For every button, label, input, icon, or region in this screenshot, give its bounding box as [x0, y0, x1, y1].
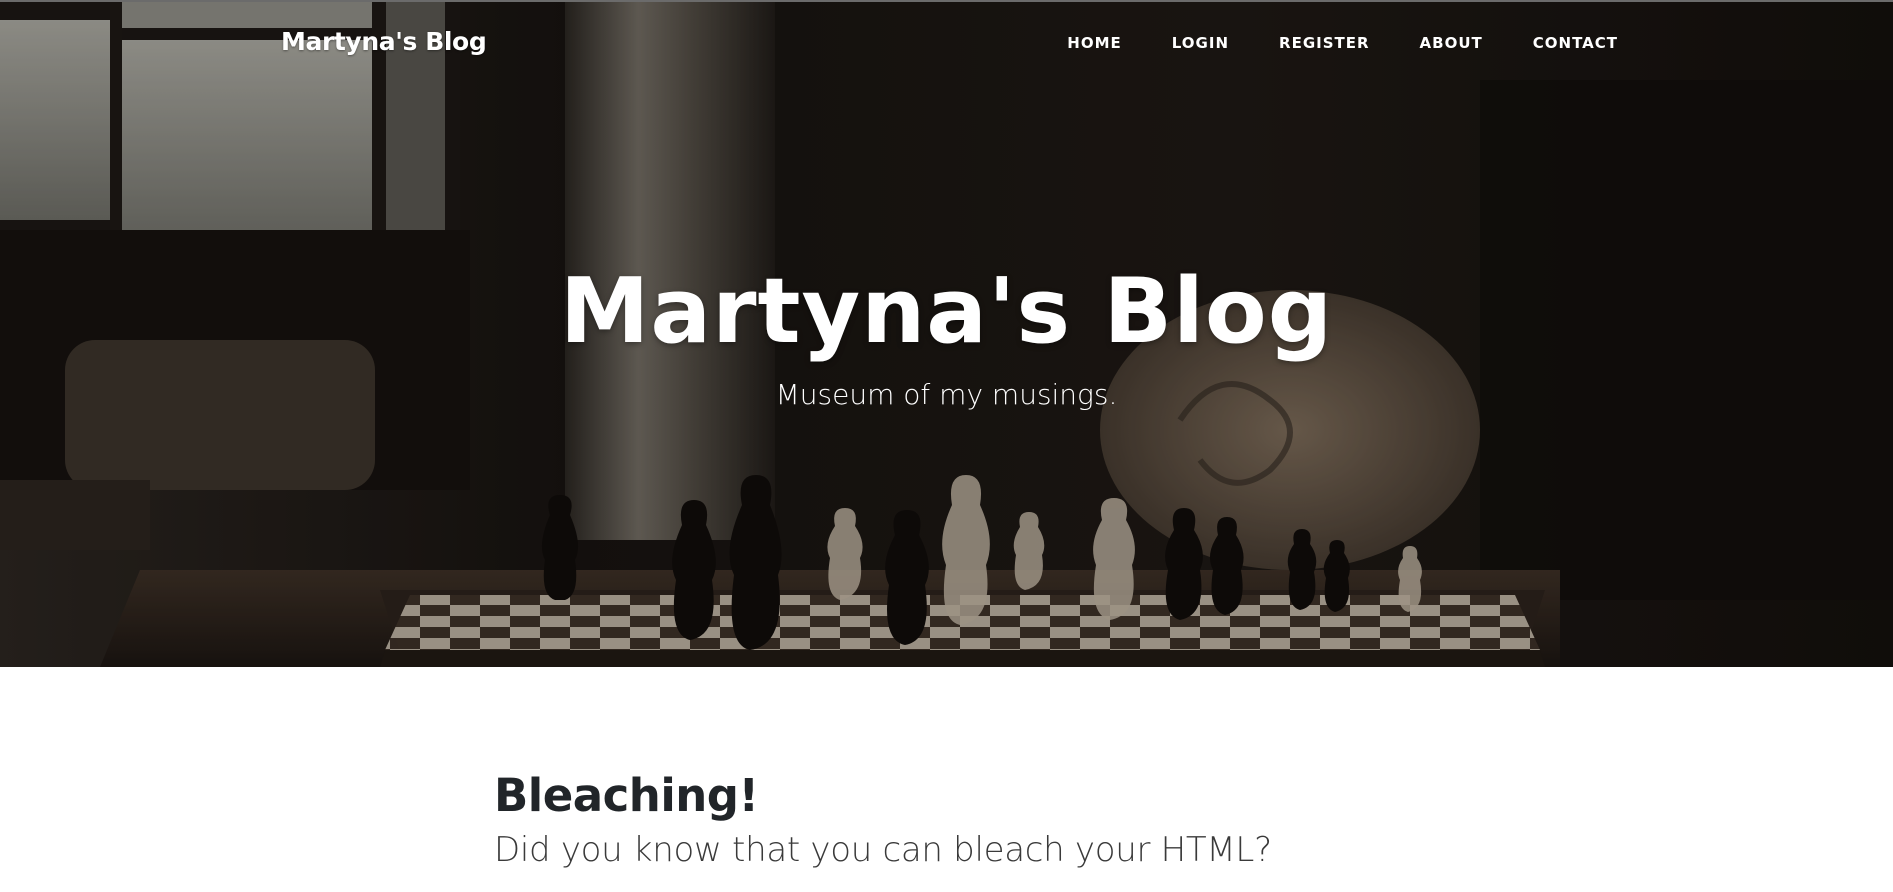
post-subtitle[interactable]: Did you know that you can bleach your HT…: [494, 828, 1399, 872]
nav-link-contact[interactable]: CONTACT: [1533, 34, 1618, 52]
navbar-brand[interactable]: Martyna's Blog: [281, 27, 487, 56]
top-rule: [0, 0, 1893, 2]
hero-heading: Martyna's Blog Museum of my musings.: [0, 257, 1893, 413]
site-heading: Martyna's Blog: [559, 259, 1334, 364]
nav-link-about[interactable]: ABOUT: [1420, 34, 1483, 52]
nav-link-login[interactable]: LOGIN: [1172, 34, 1229, 52]
page: Martyna's Blog HOME LOGIN REGISTER ABOUT…: [0, 0, 1893, 892]
post-preview[interactable]: Bleaching! Did you know that you can ble…: [494, 768, 1399, 872]
nav-link-home[interactable]: HOME: [1067, 34, 1121, 52]
post-title[interactable]: Bleaching!: [494, 768, 1399, 824]
site-subheading: Museum of my musings.: [775, 378, 1118, 411]
nav-link-register[interactable]: REGISTER: [1279, 34, 1370, 52]
main-nav: HOME LOGIN REGISTER ABOUT CONTACT: [1067, 34, 1618, 52]
hero-header: Martyna's Blog HOME LOGIN REGISTER ABOUT…: [0, 0, 1893, 667]
